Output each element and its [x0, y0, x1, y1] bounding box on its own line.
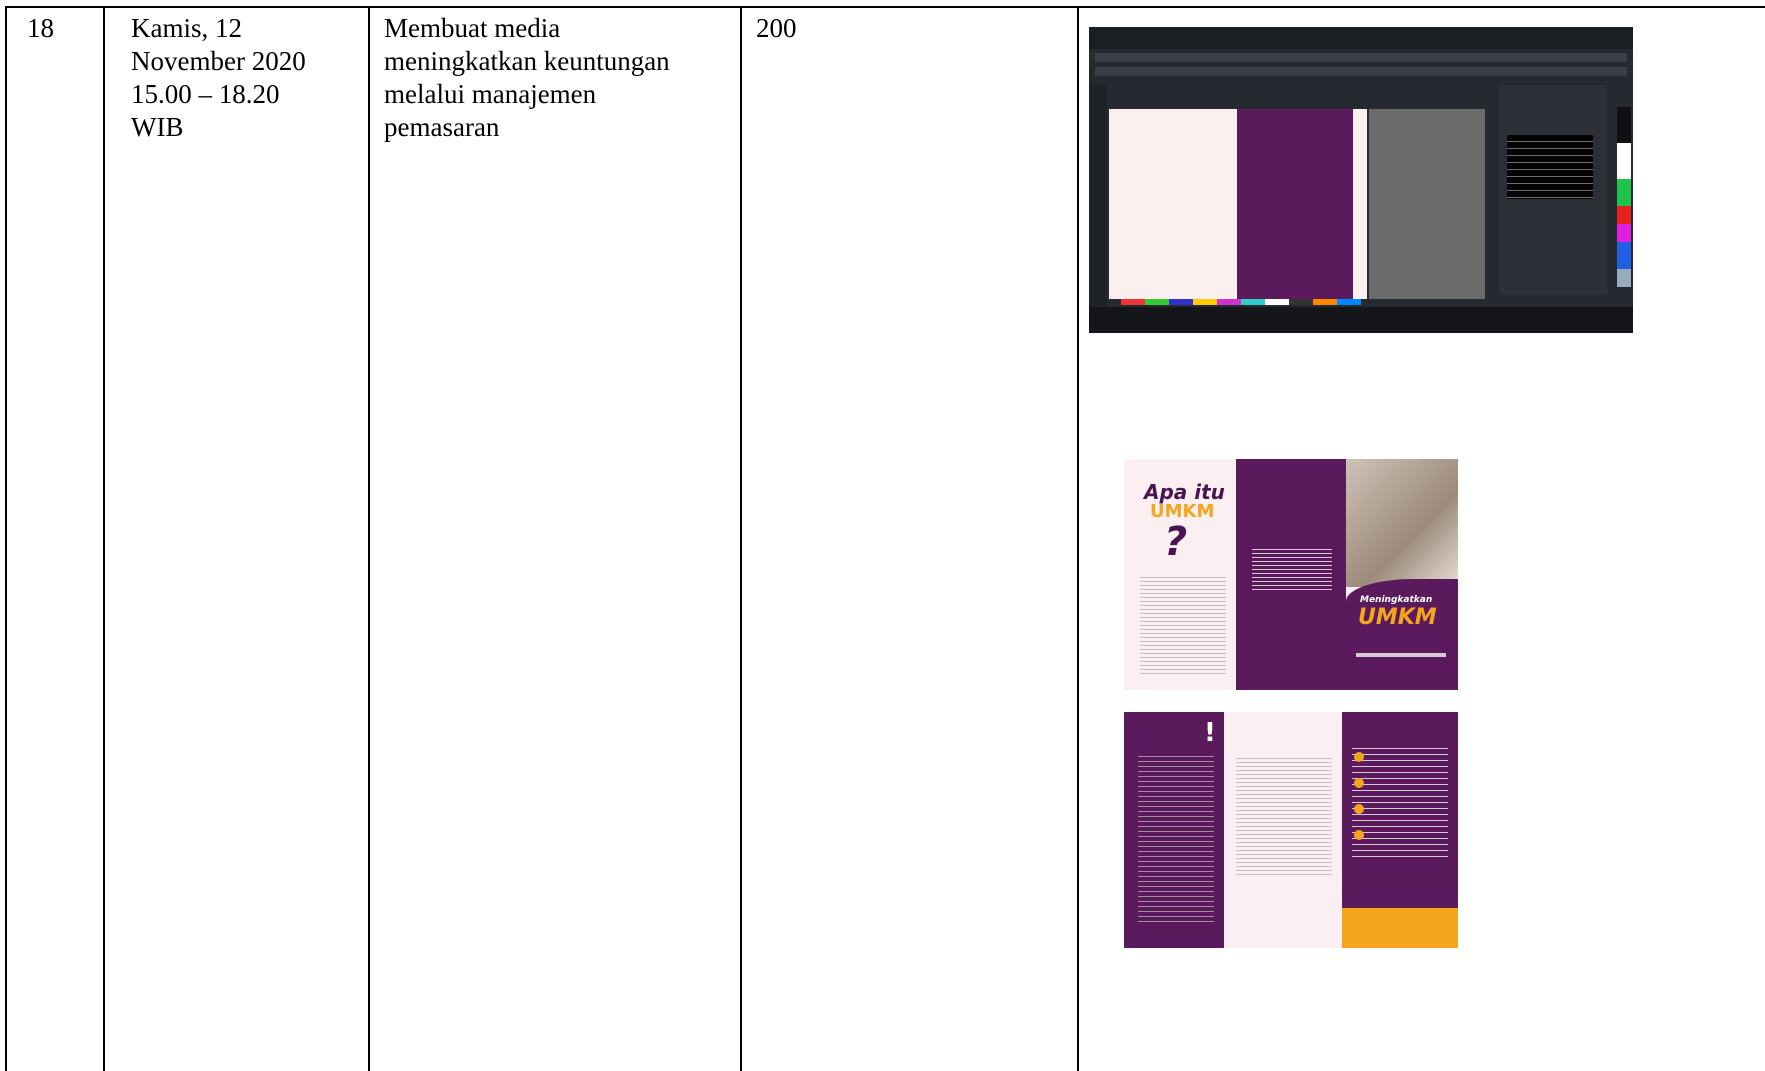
table-border-left: [5, 6, 7, 1071]
brochure-back-right-text: [1352, 748, 1448, 858]
brochure-bullet: [1354, 752, 1364, 762]
screenshot-document-palette: [1121, 299, 1361, 305]
brochure-question-mark: ?: [1164, 519, 1188, 565]
screenshot-menubar: [1089, 27, 1633, 49]
brochure-back-middle-text: [1236, 758, 1332, 878]
brochure-bullet: [1354, 804, 1364, 814]
activity-log-table: 18 Kamis, 12 November 2020 15.00 – 18.20…: [0, 0, 1765, 1071]
brochure-cover-umkm: UMKM: [1358, 605, 1437, 630]
column-divider-3: [740, 6, 742, 1071]
brochure-body-text: [1140, 577, 1226, 677]
brochure-front-mockup: Apa itu UMKM ? Meningkatkan UMKM: [1124, 459, 1458, 690]
duration-cell: 200: [756, 13, 797, 43]
screenshot-statusbar: [1089, 307, 1633, 333]
date-time-cell: Kamis, 12 November 2020 15.00 – 18.20 WI…: [131, 13, 306, 142]
brochure-cover-heading: Meningkatkan: [1360, 595, 1433, 605]
brochure-back-footer: [1342, 908, 1458, 948]
brochure-bullet: [1354, 778, 1364, 788]
brochure-middle-text: [1252, 549, 1332, 591]
design-software-screenshot: [1089, 27, 1633, 333]
row-number-cell: 18: [27, 13, 54, 43]
column-divider-2: [368, 6, 370, 1071]
screenshot-preview-box: [1507, 135, 1593, 199]
brochure-back-left-text: [1138, 756, 1214, 926]
brochure-back-mockup: !: [1124, 712, 1458, 948]
screenshot-canvas-panel: [1237, 109, 1353, 299]
activity-cell: Membuat media meningkatkan keuntungan me…: [384, 13, 670, 142]
screenshot-toolbox: [1089, 85, 1107, 307]
screenshot-pasteboard: [1369, 109, 1485, 299]
column-divider-1: [103, 6, 105, 1071]
screenshot-toolbar-1: [1095, 53, 1627, 62]
brochure-cover-photo: [1346, 459, 1458, 587]
column-divider-4: [1077, 6, 1079, 1071]
brochure-exclamation: !: [1204, 718, 1216, 748]
brochure-cover-bar: [1356, 653, 1446, 657]
brochure-bullet: [1354, 830, 1364, 840]
brochure-apa-itu: Apa itu: [1144, 480, 1225, 504]
screenshot-color-palette: [1617, 107, 1631, 287]
table-top-border: [5, 6, 1765, 8]
screenshot-toolbar-2: [1095, 67, 1627, 76]
